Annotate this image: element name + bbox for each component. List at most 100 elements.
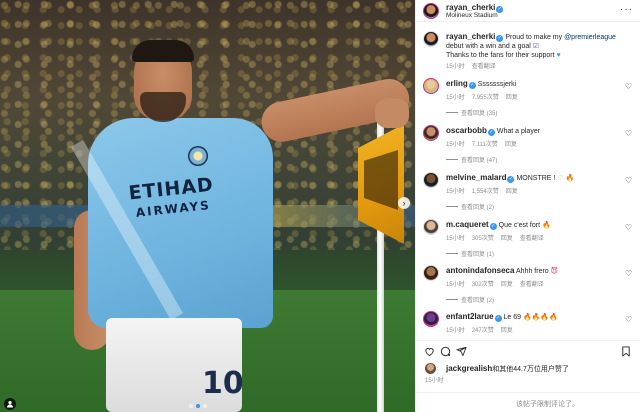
comment-like-count[interactable]: 7,955次赞 — [472, 92, 499, 101]
comment-body: What a player — [496, 128, 541, 135]
caption-text-part: debut with a win and a goal — [446, 43, 533, 50]
checkmark-emoji-icon: ☑ — [532, 43, 540, 50]
heart-icon[interactable] — [424, 346, 435, 360]
comment-icon[interactable] — [440, 346, 451, 360]
heart-icon[interactable]: ♡ — [625, 315, 632, 324]
comment-body: Ahhh frero — [516, 268, 551, 275]
player-hand — [375, 98, 409, 128]
avatar[interactable] — [423, 219, 439, 235]
avatar[interactable] — [423, 31, 439, 47]
avatar[interactable] — [423, 172, 439, 188]
comment-username[interactable]: enfant2larue — [446, 312, 494, 321]
post-location[interactable]: Molineux Stadium — [446, 12, 498, 19]
share-icon[interactable] — [456, 346, 467, 360]
view-replies-label[interactable]: 查看回复 (1) — [461, 249, 494, 258]
comment-username[interactable]: erling — [446, 79, 468, 88]
view-replies-button[interactable]: 查看回复 (2) — [446, 202, 494, 211]
comment-like-count[interactable]: 247次赞 — [472, 325, 494, 334]
chevron-right-icon[interactable]: › — [398, 197, 410, 209]
carousel-dot-active — [196, 404, 200, 408]
reply-button[interactable]: 回复 — [501, 325, 513, 334]
comment-username[interactable]: melvine_malard — [446, 173, 506, 182]
replies-line — [446, 112, 458, 113]
player-hair — [132, 40, 194, 62]
heart-icon[interactable]: ♡ — [625, 223, 632, 232]
comment-text: antonindafonseca Ahhh frero 😈 — [446, 266, 616, 276]
comment-like-count[interactable]: 302次赞 — [472, 279, 494, 288]
comment-meta: 15小时 7,111次赞 回复 — [446, 139, 517, 148]
caption-username[interactable]: rayan_cherki — [446, 32, 495, 41]
caption-mention-link[interactable]: @premierleague — [564, 34, 616, 41]
comment-body: Sssssssjerki — [477, 81, 517, 88]
avatar[interactable] — [423, 78, 439, 94]
verified-badge-icon: ✓ — [489, 223, 497, 230]
avatar[interactable] — [423, 311, 439, 327]
heart-icon[interactable]: ♡ — [625, 82, 632, 91]
fire-emoji-icon: 🔥 — [542, 222, 551, 229]
more-dots-icon[interactable]: ··· — [620, 4, 633, 15]
comment-username[interactable]: m.caqueret — [446, 220, 489, 229]
view-replies-label[interactable]: 查看回复 (47) — [461, 155, 497, 164]
reply-button[interactable]: 回复 — [506, 92, 518, 101]
fire-emoji-icon: 🔥 — [565, 175, 575, 182]
replies-line — [446, 299, 458, 300]
view-replies-label[interactable]: 查看回复 (35) — [461, 108, 497, 117]
bookmark-icon[interactable] — [621, 346, 631, 360]
view-replies-button[interactable]: 查看回复 (47) — [446, 155, 497, 164]
author-username[interactable]: rayan_cherki — [446, 3, 495, 12]
post-side-panel: rayan_cherki ✓ Molineux Stadium ··· rayan… — [415, 0, 640, 412]
likes-username[interactable]: jackgrealish — [446, 364, 492, 373]
reply-button[interactable]: 回复 — [505, 139, 517, 148]
comment-time: 15小时 — [446, 189, 465, 195]
reply-button[interactable]: 回复 — [506, 186, 518, 195]
likes-summary[interactable]: jackgrealish和其他44.7万位用户赞了 — [446, 364, 569, 374]
user-tag-icon[interactable] — [4, 398, 16, 410]
replies-line — [446, 253, 458, 254]
post-photo[interactable]: ETIHAD AIRWAYS 10 › — [0, 0, 415, 412]
comment-text: m.caqueret ✓ Que c'est fort 🔥 — [446, 220, 616, 230]
translate-link[interactable]: 查看翻译 — [472, 61, 496, 70]
comment-meta: 15小时 1,554次赞 回复 — [446, 186, 518, 195]
heart-icon[interactable]: ♡ — [625, 129, 632, 138]
view-replies-button[interactable]: 查看回复 (1) — [446, 249, 494, 258]
avatar[interactable] — [425, 363, 436, 374]
avatar[interactable] — [423, 125, 439, 141]
likes-text[interactable]: 和其他44.7万位用户赞了 — [492, 366, 569, 373]
reply-button[interactable]: 回复 — [501, 233, 513, 242]
comment-like-count[interactable]: 305次赞 — [472, 233, 494, 242]
devil-emoji-icon: 😈 — [550, 268, 558, 275]
comment-like-count[interactable]: 7,111次赞 — [472, 139, 498, 148]
replies-line — [446, 206, 458, 207]
blue-heart-icon: ♥ — [556, 52, 561, 59]
post-actions: jackgrealish和其他44.7万位用户赞了 15小时 — [416, 340, 640, 400]
club-crest — [188, 146, 208, 166]
comment-time: 15小时 — [446, 282, 465, 288]
post-timestamp: 15小时 — [425, 378, 444, 384]
carousel-dots — [189, 404, 207, 408]
avatar[interactable] — [423, 265, 439, 281]
verified-badge-icon: ✓ — [487, 129, 495, 136]
view-replies-label[interactable]: 查看回复 (2) — [461, 202, 494, 211]
view-replies-button[interactable]: 查看回复 (2) — [446, 295, 494, 304]
comments-restricted-text: 该帖子限制评论了。 — [516, 401, 579, 408]
caption-text-part: Proud to make my — [505, 34, 565, 41]
reply-button[interactable]: 回复 — [501, 279, 513, 288]
comment-username[interactable]: oscarbobb — [446, 126, 487, 135]
avatar[interactable] — [423, 3, 439, 19]
view-replies-button[interactable]: 查看回复 (35) — [446, 108, 497, 117]
comment-meta: 15小时 305次赞 回复 查看翻译 — [446, 233, 544, 242]
heart-icon[interactable]: ♡ — [625, 269, 632, 278]
translate-link[interactable]: 查看翻译 — [520, 233, 544, 242]
translate-link[interactable]: 查看翻译 — [520, 279, 544, 288]
comment-username[interactable]: antonindafonseca — [446, 266, 514, 275]
comment-text: erling ✓ Sssssssjerki — [446, 79, 616, 89]
heart-icon[interactable]: ♡ — [625, 176, 632, 185]
comment-meta: 15小时 7,955次赞 回复 — [446, 92, 518, 101]
caption-line-2: Thanks to the fans for their support — [446, 52, 557, 59]
comment-like-count[interactable]: 1,554次赞 — [472, 186, 499, 195]
verified-badge-icon: ✓ — [494, 315, 502, 322]
caption-meta: 15小时 查看翻译 — [446, 61, 496, 70]
caption-time: 15小时 — [446, 64, 465, 70]
view-replies-label[interactable]: 查看回复 (2) — [461, 295, 494, 304]
comment-time: 15小时 — [446, 142, 465, 148]
